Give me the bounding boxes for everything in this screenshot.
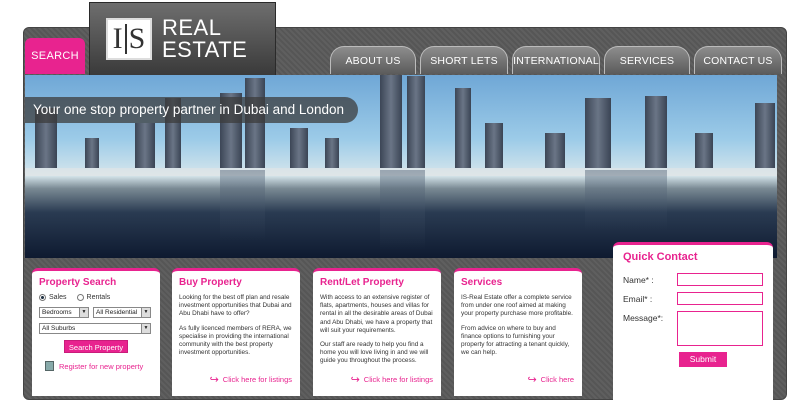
skyline-building	[695, 133, 713, 168]
message-field[interactable]	[677, 311, 763, 346]
water-reflection	[220, 170, 265, 240]
message-row: Message*:	[623, 311, 763, 346]
register-label: Register for new property	[59, 361, 144, 371]
nav-services[interactable]: SERVICES	[604, 46, 690, 74]
services-link[interactable]: ↪ Click here	[527, 373, 574, 386]
radio-rentals[interactable]: Rentals	[76, 294, 111, 301]
skyline-building	[485, 123, 503, 168]
nav-international[interactable]: INTERNATIONAL	[512, 46, 600, 74]
register-property-link[interactable]: Register for new property	[45, 361, 153, 371]
radio-sales-label: Sales	[49, 294, 67, 301]
panel-text: IS-Real Estate offer a complete service …	[461, 294, 573, 318]
select-row: All Suburbs ▼	[39, 323, 153, 334]
skyline-building	[645, 96, 667, 168]
hero-banner: Your one stop property partner in Dubai …	[25, 75, 777, 258]
radio-selected-icon	[39, 294, 46, 301]
quick-contact-panel: Quick Contact Name* : Email* : Message*:…	[613, 242, 773, 400]
panel-title: Rent/Let Property	[320, 277, 404, 288]
main-nav: ABOUT US SHORT LETS INTERNATIONAL SERVIC…	[330, 46, 782, 74]
submit-button[interactable]: Submit	[679, 352, 727, 367]
buy-property-panel: Buy Property Looking for the best off pl…	[172, 268, 300, 396]
suburbs-value: All Suburbs	[42, 325, 76, 332]
logo-line-1: REAL	[162, 15, 222, 40]
skyline-building	[455, 88, 471, 168]
name-row: Name* :	[623, 273, 763, 286]
search-property-button[interactable]: Search Property	[64, 340, 128, 353]
skyline-building	[380, 75, 402, 168]
water-reflection	[585, 170, 667, 230]
radio-unselected-icon	[76, 294, 84, 301]
bedrooms-value: Bedrooms	[42, 309, 72, 316]
panel-title: Buy Property	[179, 277, 242, 288]
panel-text: From advice on where to buy and finance …	[461, 324, 570, 357]
radio-sales[interactable]: Sales	[39, 294, 67, 301]
rent-let-panel: Rent/Let Property With access to an exte…	[313, 268, 441, 396]
panel-text: Looking for the best off plan and resale…	[179, 294, 292, 318]
water-reflection	[380, 170, 425, 250]
email-row: Email* :	[623, 292, 763, 305]
skyline-building	[755, 103, 775, 168]
name-label: Name* :	[623, 275, 654, 285]
suburbs-select[interactable]: All Suburbs ▼	[39, 323, 151, 334]
chevron-down-icon: ▼	[141, 308, 150, 317]
bedrooms-select[interactable]: Bedrooms ▼	[39, 307, 89, 318]
skyline-building	[85, 138, 99, 168]
panel-text: With access to an extensive register of …	[320, 294, 433, 334]
select-row: Bedrooms ▼ All Residential ▼	[39, 307, 153, 318]
message-label: Message*:	[623, 313, 664, 323]
email-label: Email* :	[623, 294, 653, 304]
search-type-radios: Sales Rentals	[39, 294, 153, 301]
link-label: Click here for listings	[222, 375, 292, 384]
rent-listings-link[interactable]: ↪ Click here for listings	[351, 373, 433, 386]
arrow-right-icon: ↪	[527, 374, 537, 386]
quick-contact-title: Quick Contact	[623, 251, 698, 263]
services-panel: Services IS-Real Estate offer a complete…	[454, 268, 582, 396]
arrow-right-icon: ↪	[209, 374, 219, 386]
nav-about-us[interactable]: ABOUT US	[330, 46, 416, 74]
banner-tagline: Your one stop property partner in Dubai …	[25, 97, 358, 123]
chevron-down-icon: ▼	[79, 308, 88, 317]
chevron-down-icon: ▼	[141, 324, 150, 333]
nav-short-lets[interactable]: SHORT LETS	[420, 46, 508, 74]
logo-line-2: ESTATE	[162, 37, 248, 62]
panel-title: Services	[461, 277, 503, 288]
skyline-building	[290, 128, 308, 168]
radio-rentals-label: Rentals	[86, 294, 111, 301]
register-icon	[45, 361, 54, 371]
panel-text: Our staff are ready to help you find a h…	[320, 341, 429, 365]
property-type-select[interactable]: All Residential ▼	[93, 307, 151, 318]
panel-text: As fully licenced members of RERA, we sp…	[179, 324, 292, 357]
skyline-building	[245, 78, 265, 168]
name-field[interactable]	[677, 273, 763, 286]
property-search-panel: Property Search Sales Rentals Bedrooms ▼ …	[32, 268, 160, 396]
skyline-building	[325, 138, 339, 168]
logo-mark: I S	[106, 18, 152, 60]
link-label: Click here for listings	[363, 375, 433, 384]
link-label: Click here	[540, 375, 574, 384]
panel-title: Property Search	[39, 277, 117, 288]
logo-mark-divider	[124, 24, 127, 54]
arrow-right-icon: ↪	[350, 374, 360, 386]
skyline-building	[585, 98, 611, 168]
skyline-building	[135, 123, 155, 168]
logo-mark-right: S	[128, 22, 146, 55]
skyline-building	[545, 133, 565, 168]
email-field[interactable]	[677, 292, 763, 305]
nav-contact-us[interactable]: CONTACT US	[694, 46, 782, 74]
search-tab[interactable]: SEARCH	[25, 38, 85, 74]
property-type-value: All Residential	[96, 309, 138, 316]
logo[interactable]: I S REAL ESTATE	[89, 2, 276, 76]
skyline-building	[407, 76, 425, 168]
buy-listings-link[interactable]: ↪ Click here for listings	[210, 373, 292, 386]
logo-text: REAL ESTATE	[162, 17, 247, 61]
logo-mark-left: I	[112, 22, 123, 55]
